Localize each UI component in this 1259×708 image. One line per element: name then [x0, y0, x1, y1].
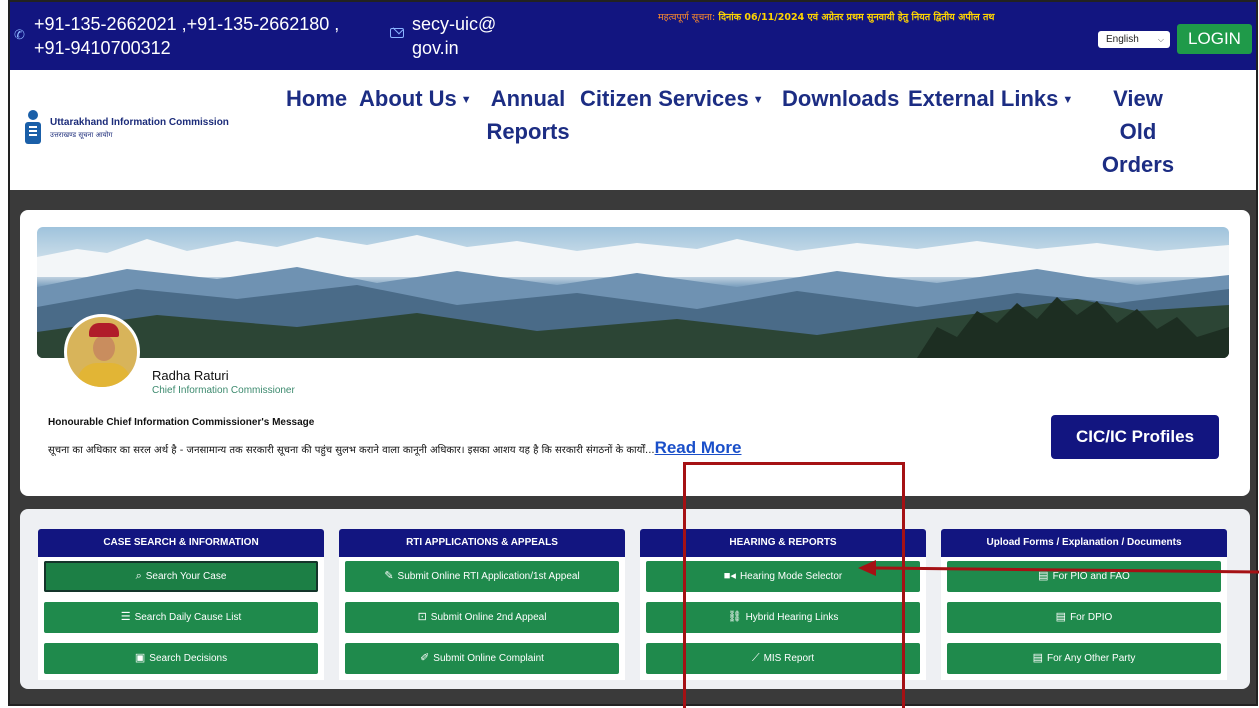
- for-dpio-button[interactable]: ▤ For DPIO: [947, 602, 1221, 633]
- search-daily-cause-list-label: Search Daily Cause List: [134, 612, 242, 623]
- commissioner-avatar: [64, 314, 140, 390]
- rti-heading: RTI APPLICATIONS & APPEALS: [339, 529, 625, 557]
- mountain-scenery: [37, 235, 1229, 358]
- rti-buttons: ✎ Submit Online RTI Application/1st Appea…: [339, 557, 625, 680]
- message-text: सूचना का अधिकार का सरल अर्थ है - जनसामान…: [48, 438, 742, 458]
- nav-annual-reports[interactable]: Annual Reports: [486, 82, 570, 148]
- message-body: सूचना का अधिकार का सरल अर्थ है - जनसामान…: [48, 445, 655, 456]
- upload-heading: Upload Forms / Explanation / Documents: [941, 529, 1227, 557]
- annotation-highlight-box: [683, 462, 905, 708]
- email-link[interactable]: secy-uic@gov.in: [412, 12, 502, 60]
- browser-frame: ✆ +91-135-2662021 ,+91-135-2662180 , +91…: [8, 0, 1258, 706]
- nav-annual-reports-line1: Annual: [490, 86, 566, 111]
- search-icon: ⌕: [135, 570, 142, 582]
- case-search-heading: CASE SEARCH & INFORMATION: [38, 529, 324, 557]
- chevron-down-icon: ⌵: [1157, 35, 1164, 44]
- nav-external-links[interactable]: External Links ▼: [908, 82, 1073, 117]
- brand-name-hindi: उत्तराखण्ड सूचना आयोग: [50, 131, 113, 139]
- annotation-arrow-icon: [858, 560, 1259, 576]
- nav-citizen-services-label: Citizen Services: [580, 86, 749, 111]
- caret-down-icon: ▼: [752, 94, 764, 106]
- nav-view-old-orders-line3: Orders: [1101, 152, 1175, 177]
- submit-second-appeal-label: Submit Online 2nd Appeal: [430, 612, 547, 623]
- for-any-other-party-button[interactable]: ▤ For Any Other Party: [947, 643, 1221, 674]
- top-bar: ✆ +91-135-2662021 ,+91-135-2662180 , +91…: [10, 2, 1256, 70]
- for-dpio-label: For DPIO: [1070, 612, 1113, 623]
- rti-column: RTI APPLICATIONS & APPEALS ✎ Submit Onlin…: [339, 529, 625, 680]
- commissioner-title: Chief Information Commissioner: [152, 385, 295, 396]
- search-decisions-label: Search Decisions: [149, 653, 228, 664]
- mail-icon: [390, 28, 404, 38]
- caret-down-icon: ▼: [460, 94, 472, 106]
- document-search-icon: ▣: [134, 652, 146, 664]
- submit-second-appeal-button[interactable]: ⊡ Submit Online 2nd Appeal: [345, 602, 619, 633]
- message-heading: Honourable Chief Information Commissione…: [48, 417, 315, 428]
- nav-view-old-orders-line2: Old: [1119, 119, 1157, 144]
- phone-icon: ✆: [14, 28, 25, 43]
- pencil-square-icon: ✐: [420, 652, 430, 664]
- search-your-case-label: Search Your Case: [145, 571, 227, 582]
- list-icon: ☰: [120, 611, 131, 623]
- nav-view-old-orders-line1: View: [1113, 86, 1163, 111]
- language-select[interactable]: English ⌵: [1098, 31, 1170, 48]
- phone-numbers: +91-135-2662021 ,+91-135-2662180 , +91-9…: [34, 14, 340, 58]
- nav-external-links-label: External Links: [908, 86, 1059, 111]
- search-daily-cause-list-button[interactable]: ☰ Search Daily Cause List: [44, 602, 318, 633]
- notice-ticker[interactable]: महत्वपूर्ण सूचना: दिनांक 06/11/2024 एवं …: [658, 10, 1053, 23]
- commissioner-name: Radha Raturi: [152, 368, 229, 383]
- submit-complaint-label: Submit Online Complaint: [433, 653, 544, 664]
- nav-home[interactable]: Home: [286, 82, 347, 115]
- login-button[interactable]: LOGIN: [1177, 24, 1252, 54]
- nav-about-us-label: About Us: [359, 86, 457, 111]
- upload-icon: ⊡: [417, 611, 427, 623]
- commissioner-card: Radha Raturi Chief Information Commissio…: [20, 210, 1250, 496]
- case-search-column: CASE SEARCH & INFORMATION ⌕ Search Your C…: [38, 529, 324, 680]
- for-any-other-party-label: For Any Other Party: [1047, 653, 1136, 664]
- mountain-banner-image: [37, 227, 1229, 358]
- notice-label: महत्वपूर्ण सूचना:: [658, 12, 716, 23]
- caret-down-icon: ▼: [1062, 94, 1074, 106]
- search-decisions-button[interactable]: ▣ Search Decisions: [44, 643, 318, 674]
- nav-view-old-orders[interactable]: View Old Orders: [1096, 82, 1180, 181]
- nav-about-us[interactable]: About Us ▼: [359, 82, 472, 117]
- nav-annual-reports-line2: Reports: [486, 119, 570, 144]
- edit-icon: ✎: [384, 570, 394, 582]
- read-more-link[interactable]: Read More: [655, 438, 742, 457]
- main-navbar: Uttarakhand Information Commission उत्तर…: [10, 70, 1256, 190]
- submit-complaint-button[interactable]: ✐ Submit Online Complaint: [345, 643, 619, 674]
- commission-logo-icon[interactable]: [24, 110, 42, 150]
- document-icon: ▤: [1032, 652, 1044, 664]
- document-icon: ▤: [1055, 611, 1067, 623]
- cic-ic-profiles-button[interactable]: CIC/IC Profiles: [1051, 415, 1219, 459]
- nav-downloads[interactable]: Downloads: [782, 82, 899, 115]
- submit-rti-application-button[interactable]: ✎ Submit Online RTI Application/1st Appea…: [345, 561, 619, 592]
- upload-column: Upload Forms / Explanation / Documents ▤…: [941, 529, 1227, 680]
- case-search-buttons: ⌕ Search Your Case ☰ Search Daily Cause Li…: [38, 557, 324, 680]
- notice-text: दिनांक 06/11/2024 एवं अग्रेतर प्रथम सुनव…: [718, 12, 995, 23]
- nav-citizen-services[interactable]: Citizen Services ▼: [580, 82, 764, 117]
- language-value: English: [1106, 34, 1139, 45]
- search-your-case-button[interactable]: ⌕ Search Your Case: [44, 561, 318, 592]
- submit-rti-application-label: Submit Online RTI Application/1st Appeal: [397, 571, 580, 582]
- quick-links-panel: CASE SEARCH & INFORMATION ⌕ Search Your C…: [20, 509, 1250, 689]
- brand-name-english[interactable]: Uttarakhand Information Commission: [50, 117, 229, 128]
